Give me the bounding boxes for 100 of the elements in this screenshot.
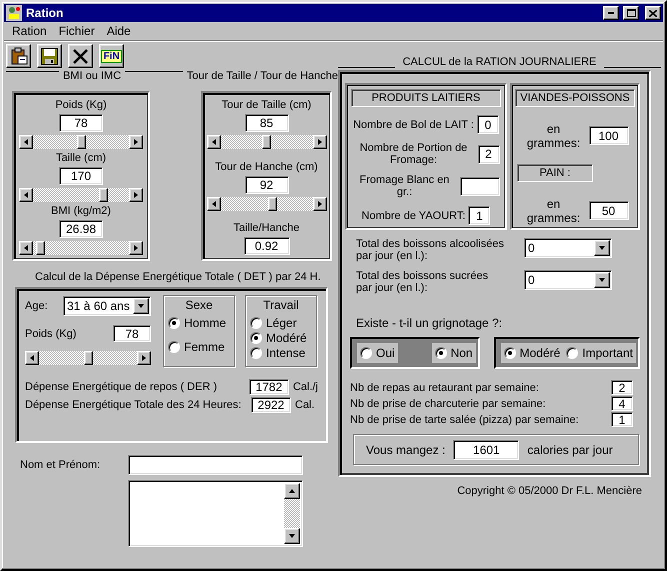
- clipboard-icon: [10, 47, 28, 65]
- slider-thumb[interactable]: [36, 241, 46, 255]
- result-field[interactable]: 2922: [251, 397, 291, 413]
- right-arrow-icon: [134, 192, 138, 198]
- scroll-left-button[interactable]: [19, 135, 33, 149]
- field-label: Nb de prise de tarte salée (pizza) par semaine:: [350, 414, 579, 426]
- field-label: Nombre de Bol de LAIT :: [353, 118, 474, 130]
- scroll-right-button[interactable]: [312, 135, 326, 149]
- radio-label: Non: [450, 346, 473, 360]
- grams-field[interactable]: 50: [588, 201, 628, 220]
- scroll-right-button[interactable]: [129, 135, 143, 149]
- result-label: Dépense Energétique Totale des 24 Heures:: [25, 399, 242, 411]
- slider[interactable]: [19, 241, 143, 255]
- scroll-left-button[interactable]: [25, 351, 39, 365]
- scroll-left-button[interactable]: [19, 241, 33, 255]
- radio-button[interactable]: [250, 317, 262, 329]
- close-button[interactable]: [645, 6, 661, 20]
- radio-button[interactable]: [504, 347, 516, 359]
- dropdown-button[interactable]: [133, 298, 149, 314]
- field-label: Vous mangez :: [366, 442, 446, 456]
- left-arrow-icon: [24, 192, 28, 198]
- radio-button[interactable]: [250, 332, 262, 344]
- scrollbar[interactable]: [284, 483, 300, 544]
- notes-field[interactable]: [128, 480, 303, 547]
- maximize-button[interactable]: [623, 6, 639, 20]
- radio-button[interactable]: [566, 347, 578, 359]
- slider[interactable]: [19, 188, 143, 202]
- radio-button[interactable]: [168, 341, 180, 353]
- scroll-left-button[interactable]: [206, 196, 220, 210]
- number-field[interactable]: 92: [244, 176, 288, 194]
- weight-field[interactable]: [460, 176, 500, 196]
- count-field[interactable]: 1: [468, 206, 490, 225]
- dropdown-button[interactable]: [594, 240, 610, 256]
- result-field[interactable]: 1782: [248, 379, 289, 395]
- radio-button[interactable]: [250, 347, 262, 359]
- slider-thumb[interactable]: [76, 135, 86, 149]
- scroll-down-button[interactable]: [284, 528, 300, 544]
- number-field[interactable]: 0.92: [244, 237, 290, 255]
- number-field[interactable]: 170: [59, 167, 103, 185]
- slider[interactable]: [19, 135, 143, 149]
- grams-field[interactable]: 100: [588, 126, 628, 146]
- count-field[interactable]: 4: [611, 396, 633, 411]
- radio-label: Intense: [266, 346, 306, 360]
- scroll-right-button[interactable]: [129, 188, 143, 202]
- drink-dropdown[interactable]: 0: [524, 238, 612, 258]
- slider-thumb[interactable]: [99, 188, 108, 202]
- left-arrow-icon: [24, 139, 28, 145]
- radio-button[interactable]: [168, 317, 180, 329]
- age-dropdown[interactable]: 31 à 60 ans: [63, 296, 151, 316]
- right-arrow-icon: [318, 200, 322, 206]
- slider-thumb[interactable]: [262, 135, 271, 149]
- count-field[interactable]: 0: [476, 115, 499, 134]
- caret-icon: [599, 278, 605, 282]
- left-arrow-icon: [212, 200, 216, 206]
- group-title: Travail: [263, 298, 299, 312]
- count-field[interactable]: 2: [478, 144, 500, 164]
- fin-button[interactable]: FiN: [99, 44, 124, 68]
- field-label: Total des boissons alcoolisées par jour (en l.):: [356, 238, 505, 262]
- question-label: Existe - t-il un grignotage ?:: [356, 316, 504, 330]
- copyright-text: Copyright © 05/2000 Dr F.L. Mencière: [457, 485, 642, 497]
- number-field[interactable]: 85: [244, 114, 288, 132]
- calories-field[interactable]: 1601: [453, 440, 520, 460]
- weight-field[interactable]: 78: [113, 325, 151, 342]
- menu-item[interactable]: Aide: [100, 24, 137, 38]
- right-arrow-icon: [134, 245, 138, 251]
- left-arrow-icon: [24, 245, 28, 251]
- close-button[interactable]: [68, 44, 93, 68]
- slider[interactable]: [25, 351, 151, 365]
- radio-button[interactable]: [360, 347, 372, 359]
- dropdown-button[interactable]: [594, 272, 610, 288]
- slider[interactable]: [206, 196, 326, 210]
- scroll-left-button[interactable]: [19, 188, 33, 202]
- slider-thumb[interactable]: [84, 351, 92, 365]
- scroll-right-button[interactable]: [137, 351, 151, 365]
- drink-dropdown[interactable]: 0: [524, 270, 612, 290]
- name-field[interactable]: [128, 455, 303, 475]
- caret-icon: [138, 304, 144, 308]
- count-field[interactable]: 1: [611, 412, 633, 427]
- save-button[interactable]: [37, 44, 62, 68]
- radio-button[interactable]: [434, 347, 447, 359]
- clipboard-button[interactable]: [6, 44, 31, 68]
- count-field[interactable]: 2: [611, 380, 633, 395]
- scroll-up-button[interactable]: [284, 483, 300, 499]
- scroll-right-button[interactable]: [129, 241, 143, 255]
- field-label: Nombre de Portion de Fromage:: [358, 142, 468, 166]
- unit-label: calories par jour: [527, 442, 613, 456]
- menu-item[interactable]: Fichier: [52, 24, 101, 38]
- up-arrow-icon: [289, 489, 295, 493]
- number-field[interactable]: 26.98: [59, 220, 103, 238]
- scroll-left-button[interactable]: [206, 135, 220, 149]
- field-label: Tour de Hanche (cm): [215, 160, 318, 172]
- number-field[interactable]: 78: [59, 114, 103, 132]
- unit-label: Cal.: [295, 399, 315, 411]
- section-heading: CALCUL de la RATION JOURNALIERE: [402, 56, 596, 69]
- scroll-right-button[interactable]: [312, 196, 326, 210]
- menu-item[interactable]: Ration: [6, 24, 53, 38]
- minimize-button[interactable]: [603, 6, 619, 20]
- slider-thumb[interactable]: [268, 196, 277, 210]
- field-label: Nb de repas au retaurant par semaine:: [350, 382, 539, 394]
- slider[interactable]: [206, 135, 326, 149]
